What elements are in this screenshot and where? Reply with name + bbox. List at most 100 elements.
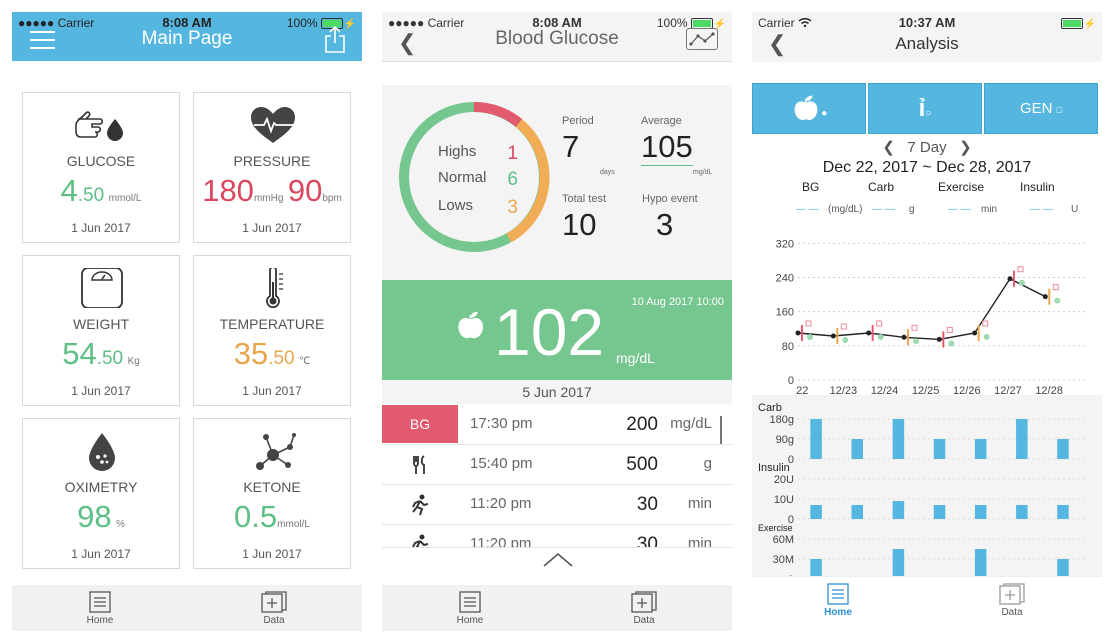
list-item[interactable]: 15:40 pm 500 g — [382, 445, 732, 485]
average-value: 105 — [641, 129, 693, 166]
ketone-tile[interactable]: KETONE 0.5mmol/L 1 Jun 2017 — [193, 418, 351, 569]
y-tick-label: 30M — [773, 554, 794, 566]
next-range-icon[interactable]: ❯ — [959, 139, 972, 156]
systolic-value: 180 — [202, 173, 254, 208]
tab-data[interactable]: Data — [244, 591, 304, 626]
heart-pulse-icon — [251, 107, 295, 143]
value-unit: % — [116, 519, 125, 530]
list-date: 5 Jun 2017 — [382, 380, 732, 404]
bg-reading-marker — [1052, 284, 1059, 291]
bg-point — [830, 333, 836, 339]
tab-home-label: Home — [86, 615, 114, 626]
bg-reading-marker — [1054, 297, 1061, 304]
pulse-value: 90 — [287, 173, 323, 208]
scrollbar[interactable] — [720, 416, 722, 444]
status-bar: Carrier 10:37 AM ⚡ — [752, 12, 1102, 34]
tab-data[interactable]: Data — [614, 591, 674, 626]
average-label: Average — [641, 115, 682, 127]
average-unit: mg/dL — [693, 169, 713, 176]
row-value: 30 — [636, 494, 658, 515]
tab-bar: Home Data — [12, 585, 362, 631]
tab-person[interactable]: ỉ○ — [868, 83, 982, 134]
value-int: 98 — [77, 499, 112, 534]
y-tick-label: 240 — [776, 272, 794, 284]
bg-series-line — [797, 277, 1046, 341]
bg-reading-marker — [912, 338, 919, 345]
normal-count: 6 — [507, 169, 518, 190]
oximetry-tile[interactable]: OXIMETRY 98 % 1 Jun 2017 — [22, 418, 180, 569]
reading-list: BG 17:30 pm 200 mg/dL 15:40 pm 500 g 11:… — [382, 405, 732, 548]
lows-label: Lows — [438, 197, 474, 214]
list-item[interactable]: 11:20 pm 30 min — [382, 525, 732, 548]
highs-row: Highs 1 — [438, 143, 518, 164]
range-dates: Dec 22, 2017 ~ Dec 28, 2017 — [822, 159, 1032, 176]
hypo-value: 3 — [656, 207, 674, 242]
bar — [1016, 505, 1028, 519]
bar — [1016, 419, 1028, 459]
run-icon — [382, 485, 458, 523]
bar — [810, 505, 822, 519]
tab-home[interactable]: Home — [440, 591, 500, 626]
row-unit: mg/dL — [670, 415, 712, 432]
tab-data[interactable]: Data — [982, 583, 1042, 618]
bg-reading-marker — [877, 334, 884, 340]
analysis-tabs: 🍎︎● ỉ○ GEN □ — [752, 83, 1102, 134]
tab-apple[interactable]: 🍎︎● — [752, 83, 866, 134]
trend-chart-icon[interactable] — [686, 28, 718, 50]
pressure-tile[interactable]: PRESSURE 180mmHg 90bpm 1 Jun 2017 — [193, 92, 351, 243]
tab-data-label: Data — [263, 615, 285, 626]
y-tick-label: 20U — [774, 474, 794, 486]
bg-point — [1042, 294, 1048, 300]
panel-title: Insulin — [758, 462, 790, 474]
highs-count: 1 — [507, 143, 518, 164]
tab-home[interactable]: Home — [70, 591, 130, 626]
tab-gen[interactable]: GEN □ — [984, 83, 1098, 134]
row-unit: min — [687, 495, 712, 512]
clock: 10:37 AM — [898, 15, 956, 30]
value-unit: mmol/L — [108, 193, 142, 204]
tab-bar: Home Data — [382, 585, 732, 631]
apple-icon: 🍎︎ — [454, 310, 488, 340]
tab-home[interactable]: Home — [808, 583, 868, 618]
tile-date: 1 Jun 2017 — [242, 221, 302, 235]
list-item[interactable]: 11:20 pm 30 min — [382, 485, 732, 525]
bg-reading-marker — [983, 334, 990, 340]
data-tab-icon — [631, 591, 657, 613]
tile-date: 1 Jun 2017 — [71, 547, 131, 561]
normal-label: Normal — [438, 169, 487, 186]
data-tab-icon — [261, 591, 287, 613]
tile-date: 1 Jun 2017 — [71, 384, 131, 398]
pulse-unit: bpm — [322, 193, 342, 204]
main-header: ●●●●● Carrier 8:08 AM 100% ⚡ Main Page — [12, 12, 362, 61]
temperature-tile[interactable]: TEMPERATURE 35.50 ℃ 1 Jun 2017 — [193, 255, 351, 406]
weight-tile[interactable]: WEIGHT 54.50 Kg 1 Jun 2017 — [22, 255, 180, 406]
range-label: 7 Day — [907, 139, 947, 156]
tab-home-label: Home — [824, 607, 852, 618]
prev-range-icon[interactable]: ❮ — [882, 139, 895, 156]
legend-bg: BG — [802, 180, 820, 194]
glucose-value: 4.50 mmol/L — [23, 173, 179, 209]
latest-reading[interactable]: 🍎︎ 102 mg/dL 10 Aug 2017 10:00 — [382, 280, 732, 380]
home-tab-icon — [459, 591, 481, 613]
page-title: Main Page — [141, 28, 233, 49]
value-unit: mmol/L — [277, 519, 310, 530]
glucose-tile[interactable]: GLUCOSE 4.50 mmol/L 1 Jun 2017 — [22, 92, 180, 243]
total-value: 10 — [562, 207, 597, 242]
list-item[interactable]: BG 17:30 pm 200 mg/dL — [382, 405, 732, 445]
y-tick-label: 90g — [776, 434, 794, 446]
tab-bar: Home Data — [752, 576, 1102, 631]
bg-badge: BG — [382, 405, 458, 443]
share-icon[interactable] — [324, 26, 346, 54]
tile-label: PRESSURE — [233, 153, 311, 169]
row-time: 17:30 pm — [470, 415, 533, 432]
row-unit: min — [687, 535, 712, 548]
bg-point — [972, 330, 978, 336]
tile-label: OXIMETRY — [64, 479, 138, 495]
bg-reading-marker — [946, 326, 953, 333]
total-stat: Total test 10 — [562, 193, 606, 243]
bg-reading-marker — [1018, 279, 1025, 286]
bar — [851, 439, 864, 459]
pressure-value: 180mmHg 90bpm — [194, 173, 350, 209]
chevron-up-icon[interactable] — [542, 552, 574, 568]
tab-data-label: Data — [1001, 607, 1023, 618]
